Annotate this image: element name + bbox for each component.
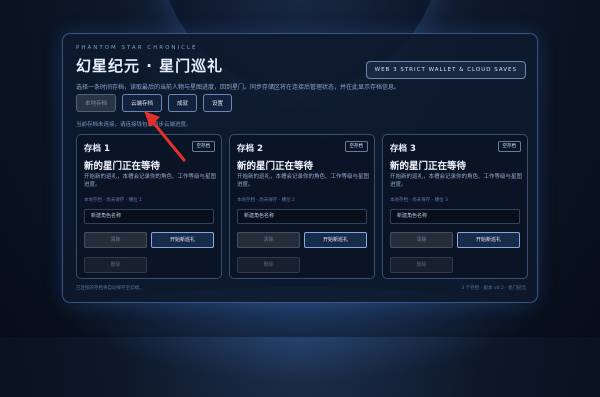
clear-button[interactable]: 清除 — [84, 232, 147, 248]
clear-button[interactable]: 清除 — [237, 232, 300, 248]
save-select-panel: PHANTOM STAR CHRONICLE 幻星纪元 · 星门巡礼 WEB 3… — [62, 33, 538, 303]
footer-note: 已连接的存档将自动保存至云端。 — [76, 286, 144, 291]
slot-status: 新的星门正在等待 — [390, 161, 467, 172]
character-name-input[interactable]: 新建角色名称 — [237, 209, 367, 224]
slot-name: 存档 3 — [390, 144, 416, 154]
tab-bar: 本地存档 云端存档 成就 设置 — [76, 94, 233, 112]
slot-hint: 本地存档 · 尚未保存 · 槽位 3 — [390, 198, 448, 203]
sync-note: 当前存档未连接，请连接钱包后同步云端进度。 — [76, 122, 192, 128]
page-title: 幻星纪元 · 星门巡礼 — [76, 57, 224, 75]
slot-name: 存档 1 — [84, 144, 110, 154]
delete-button[interactable]: 删除 — [237, 257, 300, 273]
delete-button[interactable]: 删除 — [390, 257, 453, 273]
start-new-button[interactable]: 开始新巡礼 — [304, 232, 367, 248]
background-horizon — [0, 287, 600, 397]
slot-description: 开始新的巡礼，本槽会记录你的角色、工作等级与星图进度。 — [237, 174, 370, 188]
save-slot-list: 存档 1 空存档 新的星门正在等待 开始新的巡礼，本槽会记录你的角色、工作等级与… — [76, 134, 528, 279]
slot-hint: 本地存档 · 尚未保存 · 槽位 1 — [84, 198, 142, 203]
slot-name: 存档 2 — [237, 144, 263, 154]
game-subtitle-eyebrow: PHANTOM STAR CHRONICLE — [76, 45, 198, 51]
character-name-input[interactable]: 新建角色名称 — [390, 209, 520, 224]
save-slot-3[interactable]: 存档 3 空存档 新的星门正在等待 开始新的巡礼，本槽会记录你的角色、工作等级与… — [382, 134, 528, 279]
tab-settings[interactable]: 设置 — [203, 94, 233, 112]
footer-meta: 3 个存档 · 版本 v0.2 · 星门纪元 — [461, 286, 526, 291]
slot-empty-badge: 空存档 — [344, 141, 368, 152]
save-slot-2[interactable]: 存档 2 空存档 新的星门正在等待 开始新的巡礼，本槽会记录你的角色、工作等级与… — [229, 134, 375, 279]
tab-cloud-saves[interactable]: 云端存档 — [122, 94, 163, 112]
slot-description: 开始新的巡礼，本槽会记录你的角色、工作等级与星图进度。 — [84, 174, 217, 188]
page-subtitle: 选择一条时间存档，读取最后的当前人物与星图进度，回到星门。同步存储区将在连接后管… — [76, 84, 401, 91]
slot-hint: 本地存档 · 尚未保存 · 槽位 2 — [237, 198, 295, 203]
clear-button[interactable]: 清除 — [390, 232, 453, 248]
slot-empty-badge: 空存档 — [191, 141, 215, 152]
network-status-badge[interactable]: WEB 3 STRICT WALLET & CLOUD SAVES — [365, 61, 526, 79]
tab-local-saves[interactable]: 本地存档 — [76, 94, 117, 112]
tab-achievements[interactable]: 成就 — [168, 94, 198, 112]
character-name-input[interactable]: 新建角色名称 — [84, 209, 214, 224]
slot-empty-badge: 空存档 — [497, 141, 521, 152]
save-slot-1[interactable]: 存档 1 空存档 新的星门正在等待 开始新的巡礼，本槽会记录你的角色、工作等级与… — [76, 134, 222, 279]
slot-status: 新的星门正在等待 — [237, 161, 314, 172]
delete-button[interactable]: 删除 — [84, 257, 147, 273]
slot-description: 开始新的巡礼，本槽会记录你的角色、工作等级与星图进度。 — [390, 174, 523, 188]
start-new-button[interactable]: 开始新巡礼 — [151, 232, 214, 248]
slot-status: 新的星门正在等待 — [84, 161, 161, 172]
start-new-button[interactable]: 开始新巡礼 — [457, 232, 520, 248]
